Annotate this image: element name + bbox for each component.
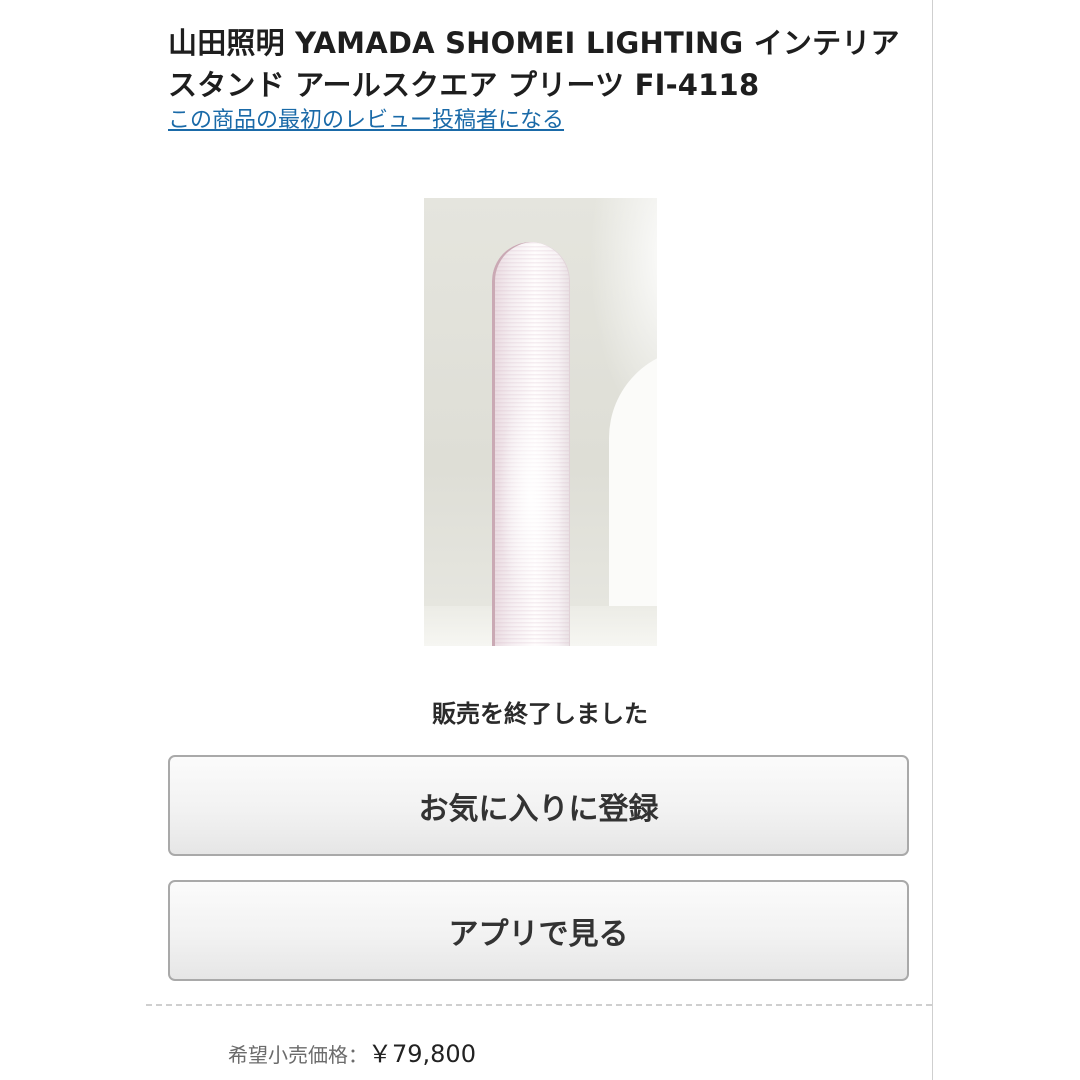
product-title: 山田照明 YAMADA SHOMEI LIGHTING インテリアスタンド アー… xyxy=(168,26,900,102)
retail-price-row: 希望小売価格：￥79,800 xyxy=(228,1038,476,1071)
lamp-glow xyxy=(492,348,570,646)
first-review-link[interactable]: この商品の最初のレビュー投稿者になる xyxy=(168,106,564,136)
right-divider xyxy=(932,0,933,1080)
retail-price-label: 希望小売価格： xyxy=(228,1043,368,1067)
product-page: 山田照明 YAMADA SHOMEI LIGHTING インテリアスタンド アー… xyxy=(0,0,1080,1080)
add-to-favorites-label: お気に入りに登録 xyxy=(418,791,659,827)
add-to-favorites-button[interactable]: お気に入りに登録 xyxy=(168,755,909,856)
product-header: 山田照明 YAMADA SHOMEI LIGHTING インテリアスタンド アー… xyxy=(168,22,912,136)
product-image[interactable] xyxy=(424,198,657,646)
view-in-app-button[interactable]: アプリで見る xyxy=(168,880,909,981)
view-in-app-label: アプリで見る xyxy=(448,916,629,952)
retail-price-value: ￥79,800 xyxy=(368,1040,476,1068)
section-divider xyxy=(146,1004,932,1006)
sales-ended-status: 販売を終了しました xyxy=(432,700,648,728)
